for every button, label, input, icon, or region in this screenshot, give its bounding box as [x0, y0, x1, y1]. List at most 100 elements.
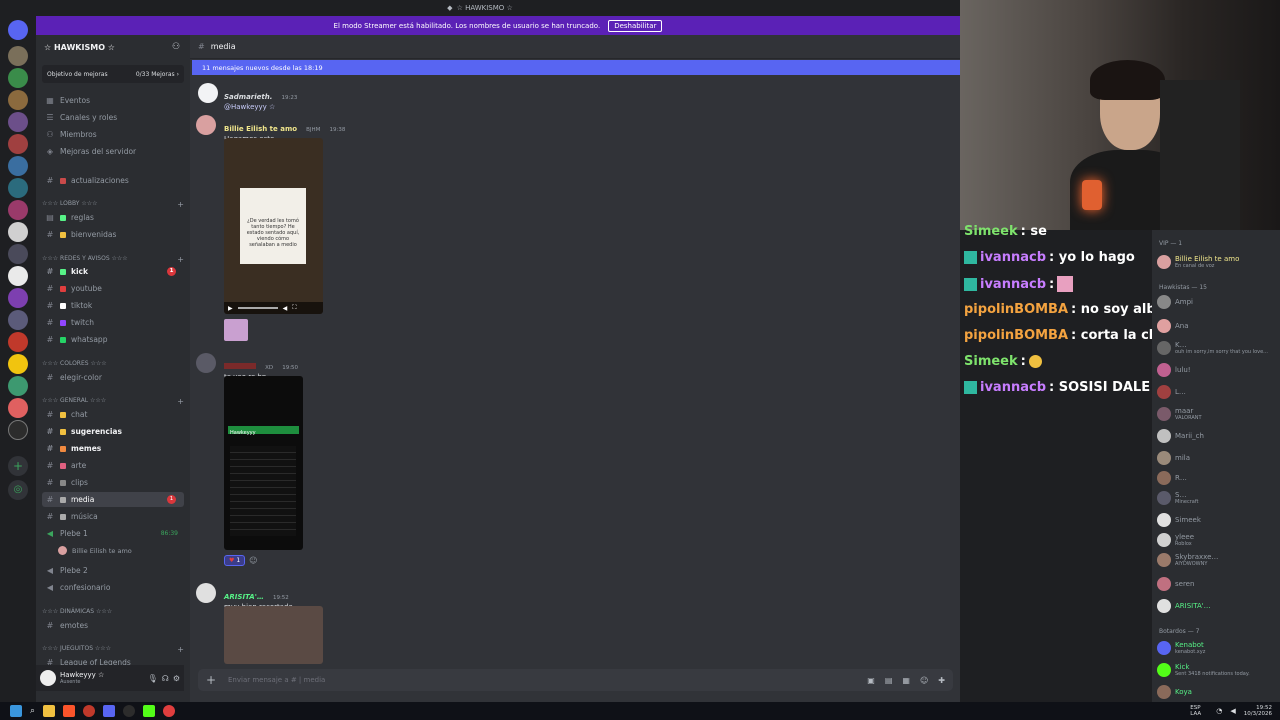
- gif-icon[interactable]: ▤: [885, 676, 893, 685]
- image-attachment[interactable]: Hawkeyyy: [224, 376, 303, 550]
- add-attachment-icon[interactable]: +: [206, 673, 216, 687]
- server-icon[interactable]: [8, 178, 28, 198]
- reaction-button[interactable]: ♥ 1: [224, 555, 246, 566]
- channel-media[interactable]: # media 1: [42, 492, 184, 507]
- channel-clips[interactable]: # clips: [42, 475, 184, 490]
- app-icon[interactable]: [123, 705, 136, 717]
- category-general[interactable]: ☆☆☆ GENERAL ☆☆☆ +: [42, 397, 184, 406]
- menu-channels-roles[interactable]: ☰ Canales y roles: [42, 110, 184, 125]
- avatar[interactable]: [196, 353, 216, 373]
- server-name[interactable]: ☆ HAWKISMO ☆: [44, 43, 115, 52]
- sticker[interactable]: [224, 319, 248, 341]
- discord-icon[interactable]: [103, 705, 116, 717]
- member-row[interactable]: ARISITA'…: [1157, 596, 1279, 616]
- invite-icon[interactable]: ⚇: [172, 42, 180, 52]
- server-icon[interactable]: [8, 222, 28, 242]
- play-icon[interactable]: ▶: [228, 305, 233, 312]
- add-channel-icon[interactable]: +: [177, 200, 184, 209]
- disable-streamer-button[interactable]: Deshabilitar: [608, 19, 663, 32]
- server-icon[interactable]: [8, 112, 28, 132]
- language-indicator[interactable]: ESP LAA: [1190, 705, 1208, 717]
- video-attachment[interactable]: ¿De verdad les tomó tanto tiempo? He est…: [224, 138, 323, 314]
- voice-channel-confesionario[interactable]: ◀ confesionario: [42, 580, 184, 595]
- server-icon[interactable]: [8, 288, 28, 308]
- emoji-icon[interactable]: ☺: [920, 676, 928, 685]
- gear-icon[interactable]: ⚙: [173, 674, 180, 683]
- channel-elegir-color[interactable]: # elegir-color: [42, 370, 184, 385]
- avatar[interactable]: [196, 115, 216, 135]
- category-colores[interactable]: ☆☆☆ COLORES ☆☆☆: [42, 360, 184, 367]
- menu-events[interactable]: ▦ Eventos: [42, 93, 184, 108]
- channel-arte[interactable]: # arte: [42, 458, 184, 473]
- channel-reglas[interactable]: ▤ reglas: [42, 210, 184, 225]
- message-author[interactable]: ARISITA'…: [224, 593, 264, 601]
- member-row[interactable]: Kenabot kenabot.xyz: [1157, 638, 1279, 658]
- member-row[interactable]: yleee Roblox: [1157, 530, 1279, 550]
- member-row[interactable]: lulu!: [1157, 360, 1279, 380]
- search-icon[interactable]: ⌕: [30, 706, 35, 716]
- home-icon[interactable]: [8, 20, 28, 40]
- member-row[interactable]: maar VALORANT: [1157, 404, 1279, 424]
- channel-whatsapp[interactable]: # whatsapp: [42, 332, 184, 347]
- folder-icon[interactable]: [43, 705, 56, 717]
- mention[interactable]: @Hawkeyyy ☆: [224, 103, 297, 111]
- category-dinamicas[interactable]: ☆☆☆ DINÁMICAS ☆☆☆: [42, 608, 184, 615]
- member-row[interactable]: Ana: [1157, 316, 1279, 336]
- category-redes[interactable]: ☆☆☆ REDES Y AVISOS ☆☆☆ +: [42, 255, 184, 264]
- add-channel-icon[interactable]: +: [177, 255, 184, 264]
- server-icon[interactable]: [8, 354, 28, 374]
- headphones-icon[interactable]: ☊: [162, 674, 169, 683]
- server-icon[interactable]: [8, 398, 28, 418]
- voice-channel-plebe1[interactable]: ◀ Plebe 1 86:39: [42, 526, 184, 541]
- progress-bar[interactable]: [237, 307, 278, 309]
- server-icon[interactable]: [8, 332, 28, 352]
- fullscreen-icon[interactable]: ⛶: [292, 304, 296, 312]
- add-channel-icon[interactable]: +: [177, 645, 184, 654]
- menu-members[interactable]: ⚇ Miembros: [42, 127, 184, 142]
- server-icon[interactable]: [8, 266, 28, 286]
- clock[interactable]: 19:52 10/3/2026: [1244, 705, 1272, 717]
- server-icon[interactable]: [8, 244, 28, 264]
- add-channel-icon[interactable]: +: [177, 397, 184, 406]
- voice-user[interactable]: Billie Eilish te amo: [42, 543, 184, 558]
- channel-musica[interactable]: # música: [42, 509, 184, 524]
- start-icon[interactable]: [10, 705, 22, 717]
- server-icon[interactable]: [8, 134, 28, 154]
- channel-memes[interactable]: # memes: [42, 441, 184, 456]
- avatar[interactable]: [196, 583, 216, 603]
- avatar[interactable]: [40, 670, 56, 686]
- server-icon[interactable]: [8, 200, 28, 220]
- avatar[interactable]: [198, 83, 218, 103]
- channel-kick[interactable]: # kick 1: [42, 264, 184, 279]
- app-icon[interactable]: [143, 705, 156, 717]
- network-icon[interactable]: ◔: [1216, 707, 1222, 715]
- message-author[interactable]: [224, 363, 256, 369]
- channel-bienvenidas[interactable]: # bienvenidas: [42, 227, 184, 242]
- channel-sugerencias[interactable]: # sugerencias: [42, 424, 184, 439]
- browser-icon[interactable]: [63, 705, 76, 717]
- server-icon[interactable]: [8, 156, 28, 176]
- channel-actualizaciones[interactable]: # actualizaciones: [42, 173, 184, 188]
- channel-chat[interactable]: # chat: [42, 407, 184, 422]
- member-row[interactable]: R…: [1157, 468, 1279, 488]
- member-row[interactable]: L…: [1157, 382, 1279, 402]
- apps-icon[interactable]: ✚: [938, 676, 945, 685]
- server-icon[interactable]: [8, 46, 28, 66]
- member-row[interactable]: S… Minecraft: [1157, 488, 1279, 508]
- member-row[interactable]: Ampi: [1157, 292, 1279, 312]
- gift-icon[interactable]: ▣: [867, 676, 875, 685]
- message-author[interactable]: Sadmarieth.: [224, 93, 272, 101]
- mic-icon[interactable]: 🎙: [148, 674, 158, 683]
- menu-boosts[interactable]: ◈ Mejoras del servidor: [42, 144, 184, 159]
- category-jueguitos[interactable]: ☆☆☆ JUEGUITOS ☆☆☆ +: [42, 645, 184, 654]
- add-server-icon[interactable]: +: [8, 456, 28, 476]
- server-icon[interactable]: [8, 310, 28, 330]
- channel-tiktok[interactable]: # tiktok: [42, 298, 184, 313]
- member-row[interactable]: mila: [1157, 448, 1279, 468]
- image-attachment[interactable]: [224, 606, 323, 664]
- channel-youtube[interactable]: # youtube: [42, 281, 184, 296]
- server-icon[interactable]: [8, 90, 28, 110]
- record-icon[interactable]: [163, 705, 176, 717]
- channel-twitch[interactable]: # twitch: [42, 315, 184, 330]
- member-row[interactable]: Koya: [1157, 682, 1279, 702]
